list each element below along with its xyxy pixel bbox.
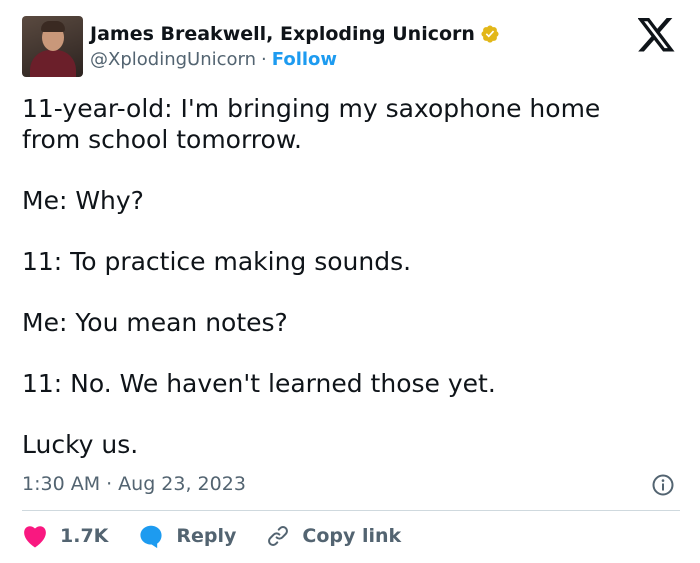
author-handle[interactable]: @XplodingUnicorn bbox=[90, 49, 256, 70]
follow-button[interactable]: Follow bbox=[272, 49, 337, 70]
tweet-line: Lucky us. bbox=[22, 430, 139, 459]
tweet-date: Aug 23, 2023 bbox=[118, 473, 246, 495]
tweet-time: 1:30 AM bbox=[22, 473, 101, 495]
author-name[interactable]: James Breakwell, Exploding Unicorn bbox=[90, 22, 475, 46]
like-button[interactable]: 1.7K bbox=[22, 523, 108, 549]
tweet-line: 11-year-old: I'm bringing my saxophone h… bbox=[22, 94, 601, 123]
reply-label: Reply bbox=[176, 525, 237, 547]
tweet-line: 11: No. We haven't learned those yet. bbox=[22, 369, 496, 398]
avatar[interactable] bbox=[22, 16, 83, 77]
tweet-card: James Breakwell, Exploding Unicorn @Xplo… bbox=[0, 0, 700, 563]
x-logo-icon[interactable] bbox=[638, 18, 676, 52]
action-bar: 1.7K Reply Copy link bbox=[22, 523, 431, 549]
like-count: 1.7K bbox=[60, 525, 109, 547]
heart-icon bbox=[24, 526, 46, 548]
speech-bubble-icon bbox=[140, 525, 162, 549]
copy-link-label: Copy link bbox=[302, 525, 402, 547]
divider bbox=[22, 510, 680, 511]
tweet-line: Me: Why? bbox=[22, 186, 144, 215]
info-icon[interactable] bbox=[651, 473, 675, 497]
copy-link-button[interactable]: Copy link bbox=[266, 523, 401, 549]
timestamp-separator: · bbox=[106, 473, 113, 495]
tweet-line: from school tomorrow. bbox=[22, 125, 302, 154]
avatar-hair bbox=[41, 21, 65, 32]
avatar-body bbox=[30, 50, 76, 77]
handle-separator: · bbox=[261, 49, 267, 70]
author-handle-row: @XplodingUnicorn · Follow bbox=[90, 48, 337, 72]
link-icon bbox=[268, 526, 289, 546]
verified-badge-icon bbox=[481, 25, 499, 43]
reply-button[interactable]: Reply bbox=[138, 523, 236, 549]
tweet-line: 11: To practice making sounds. bbox=[22, 247, 412, 276]
author-name-row: James Breakwell, Exploding Unicorn bbox=[90, 22, 500, 46]
tweet-timestamp[interactable]: 1:30 AM · Aug 23, 2023 bbox=[22, 472, 246, 496]
tweet-text: 11-year-old: I'm bringing my saxophone h… bbox=[22, 93, 682, 460]
tweet-line: Me: You mean notes? bbox=[22, 308, 288, 337]
